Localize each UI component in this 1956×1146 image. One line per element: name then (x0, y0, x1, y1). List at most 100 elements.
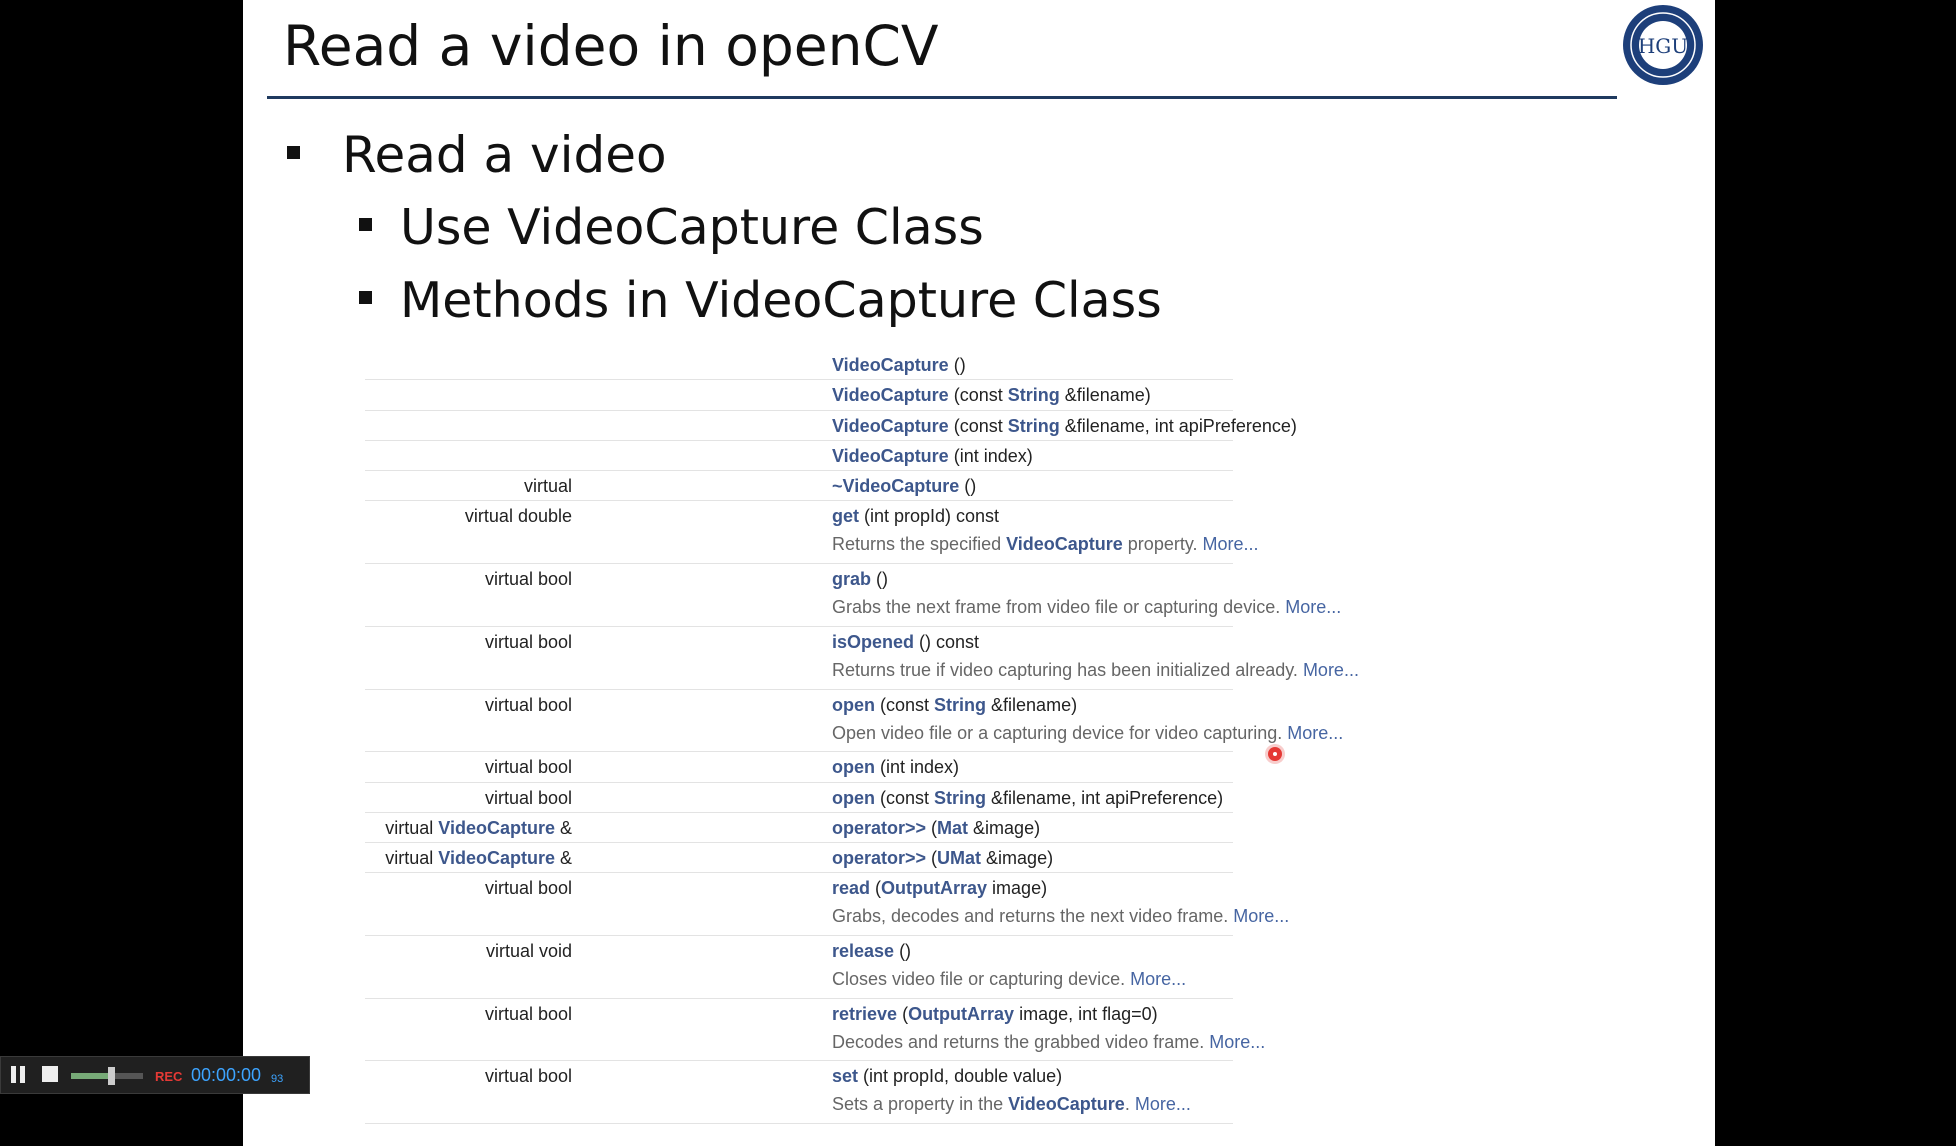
method-signature: open (int index) (832, 757, 959, 778)
method-signature: set (int propId, double value) (832, 1066, 1062, 1087)
param-text: (const (875, 787, 935, 808)
param-text: image) (987, 878, 1048, 899)
param-type-link[interactable]: UMat (937, 848, 981, 868)
method-name-link[interactable]: operator>> (832, 818, 926, 838)
more-link[interactable]: More... (1135, 1094, 1191, 1114)
bullet-square-icon (359, 291, 372, 304)
method-row: virtual bool open (int index) (365, 752, 1233, 783)
param-text: &filename) (1059, 385, 1151, 406)
param-text: ( (897, 1003, 909, 1024)
more-link[interactable]: More... (1130, 969, 1186, 989)
param-text: (int propId, double value) (858, 1066, 1063, 1087)
method-signature: VideoCapture (int index) (832, 446, 1033, 467)
param-text: &filename, int apiPreference) (1059, 415, 1297, 436)
description-text: . (1124, 1094, 1135, 1115)
param-text: (const (948, 385, 1008, 406)
param-type-link[interactable]: Mat (937, 818, 968, 838)
more-link[interactable]: More... (1233, 906, 1289, 926)
method-name-link[interactable]: grab (832, 569, 871, 589)
method-description: Decodes and returns the grabbed video fr… (832, 1032, 1265, 1053)
param-type-link[interactable]: String (934, 788, 986, 808)
more-link[interactable]: More... (1303, 660, 1359, 680)
method-name-link[interactable]: VideoCapture (832, 416, 949, 436)
param-type-link[interactable]: OutputArray (908, 1004, 1014, 1024)
more-link[interactable]: More... (1287, 723, 1343, 743)
method-name-link[interactable]: get (832, 506, 859, 526)
recording-time: 00:00:00 (191, 1065, 262, 1085)
method-signature: retrieve (OutputArray image, int flag=0) (832, 1004, 1158, 1025)
more-link[interactable]: More... (1285, 597, 1341, 617)
method-name-link[interactable]: VideoCapture (832, 355, 949, 375)
method-row: virtual double get (int propId) const Retu… (365, 501, 1259, 565)
class-link[interactable]: VideoCapture (1006, 534, 1123, 554)
more-link[interactable]: More... (1203, 534, 1259, 554)
description-text: property. (1122, 534, 1203, 555)
method-row: virtual void release () Closes video file … (365, 936, 1233, 999)
method-name-link[interactable]: open (832, 788, 875, 808)
description-text: Closes video file or capturing device. (832, 969, 1131, 990)
param-text: (int index) (948, 445, 1033, 466)
bullet-methods: Methods in VideoCapture Class (359, 272, 1162, 329)
more-link[interactable]: More... (1209, 1032, 1265, 1052)
bullet-square-icon (287, 146, 300, 159)
bullet-read-a-video: Read a video (287, 126, 667, 184)
method-name-link[interactable]: set (832, 1066, 858, 1086)
method-signature: read (OutputArray image) (832, 878, 1047, 899)
stop-icon[interactable] (42, 1066, 58, 1082)
method-signature: open (const String &filename) (832, 695, 1077, 716)
bullet-use-videocapture: Use VideoCapture Class (359, 199, 984, 256)
volume-slider[interactable] (71, 1067, 143, 1085)
type-text: virtual double (464, 506, 572, 527)
method-return-type: virtual double (465, 506, 572, 527)
method-name-link[interactable]: VideoCapture (832, 446, 949, 466)
volume-knob[interactable] (107, 1067, 115, 1085)
method-description: Sets a property in the VideoCapture. Mor… (832, 1094, 1191, 1115)
type-text: & (554, 848, 572, 869)
description-text: Grabs, decodes and returns the next vide… (832, 906, 1234, 927)
method-return-type: virtual VideoCapture & (385, 818, 572, 839)
method-description: Returns the specified VideoCapture prope… (832, 534, 1259, 555)
type-text: virtual bool (484, 787, 572, 808)
method-signature: isOpened () const (832, 632, 979, 653)
method-name-link[interactable]: retrieve (832, 1004, 897, 1024)
method-name-link[interactable]: isOpened (832, 632, 914, 652)
param-type-link[interactable]: OutputArray (881, 878, 987, 898)
param-type-link[interactable]: String (1008, 416, 1060, 436)
method-return-type: virtual bool (485, 695, 572, 716)
param-text: image, int flag=0) (1014, 1003, 1158, 1024)
method-row: virtual bool open (const String &filename… (365, 783, 1233, 813)
method-name-link[interactable]: open (832, 757, 875, 777)
param-text: ( (926, 817, 938, 838)
method-name-link[interactable]: read (832, 878, 870, 898)
method-row: virtual bool grab () Grabs the next frame … (365, 564, 1341, 627)
method-signature: VideoCapture (const String &filename, in… (832, 416, 1297, 437)
description-text: Open video file or a capturing device fo… (832, 722, 1288, 743)
method-signature: release () (832, 941, 911, 962)
title-underline (267, 96, 1617, 99)
method-row: VideoCapture (const String &filename, in… (365, 411, 1297, 441)
method-name-link[interactable]: ~VideoCapture (832, 476, 959, 496)
method-description: Returns true if video capturing has been… (832, 660, 1359, 681)
method-return-type: virtual bool (485, 1004, 572, 1025)
type-link[interactable]: VideoCapture (438, 848, 555, 868)
method-description: Grabs the next frame from video file or … (832, 597, 1341, 618)
method-signature: get (int propId) const (832, 506, 999, 527)
method-signature: VideoCapture (const String &filename) (832, 385, 1151, 406)
method-row: virtual bool read (OutputArray image) Grab… (365, 873, 1289, 937)
method-name-link[interactable]: release (832, 941, 894, 961)
param-type-link[interactable]: String (934, 695, 986, 715)
university-logo-icon: HGU (1623, 5, 1703, 85)
method-name-link[interactable]: open (832, 695, 875, 715)
method-signature: open (const String &filename, int apiPre… (832, 788, 1223, 809)
type-text: virtual bool (484, 1003, 572, 1024)
type-link[interactable]: VideoCapture (438, 818, 555, 838)
method-name-link[interactable]: VideoCapture (832, 385, 949, 405)
method-row: VideoCapture (const String &filename) (365, 380, 1233, 411)
param-type-link[interactable]: String (1008, 385, 1060, 405)
rec-indicator: REC (155, 1069, 183, 1084)
class-link[interactable]: VideoCapture (1008, 1094, 1125, 1114)
slide: Read a video in openCV HGU Read a video … (243, 0, 1715, 1146)
description-text: Grabs the next frame from video file or … (832, 597, 1286, 618)
method-name-link[interactable]: operator>> (832, 848, 926, 868)
param-text: (const (875, 694, 935, 715)
